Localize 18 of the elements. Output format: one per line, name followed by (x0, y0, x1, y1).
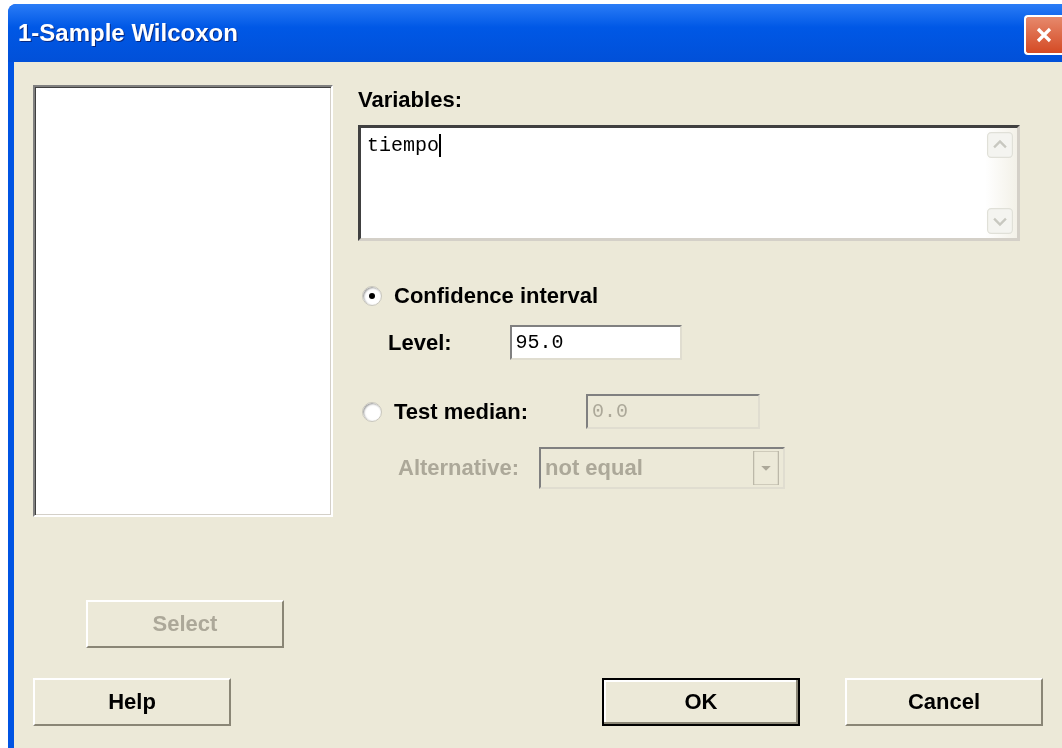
scroll-up-icon[interactable] (987, 132, 1013, 158)
variables-text: tiempo (367, 134, 441, 157)
variables-label: Variables: (358, 87, 462, 113)
alternative-label: Alternative: (398, 455, 520, 481)
window-title: 1-Sample Wilcoxon (18, 19, 238, 47)
level-label: Level: (388, 329, 452, 356)
scroll-bar[interactable] (985, 128, 1017, 238)
scroll-down-icon[interactable] (987, 208, 1013, 234)
variables-field[interactable]: tiempo (358, 125, 1020, 241)
close-button[interactable] (1024, 15, 1062, 55)
column-list[interactable] (33, 85, 333, 517)
dialog-button[interactable]: OK (602, 678, 800, 726)
radio-button[interactable] (362, 286, 382, 306)
dropdown-arrow-icon (753, 451, 780, 485)
dialog-button[interactable]: Help (33, 678, 231, 726)
option-label[interactable]: Confidence interval (394, 283, 599, 309)
dialog-button[interactable]: Cancel (845, 678, 1043, 726)
level-field[interactable]: 95.0 (509, 325, 682, 360)
